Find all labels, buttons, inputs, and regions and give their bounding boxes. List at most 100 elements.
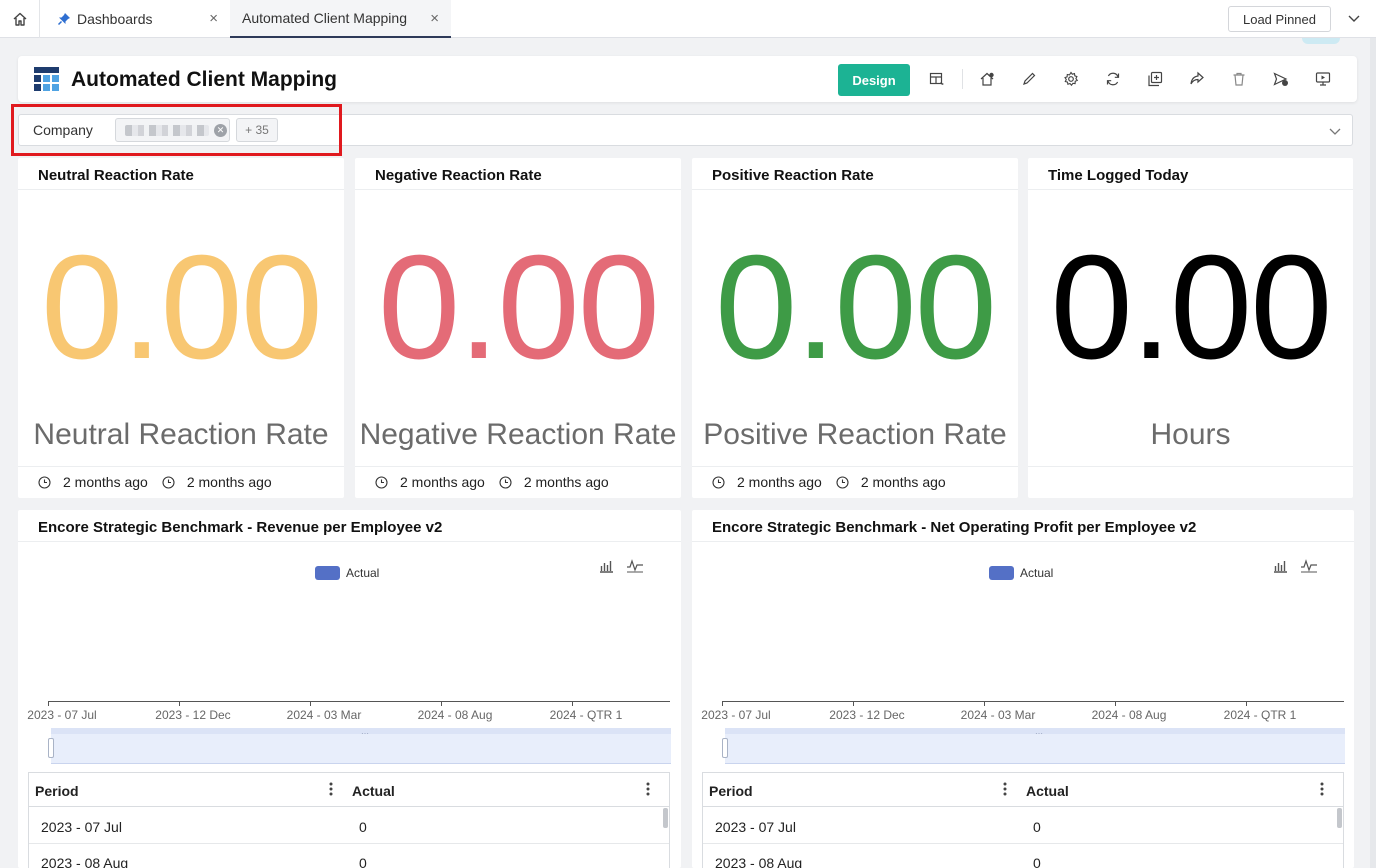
table-row[interactable]: 2023 - 08 Aug 0	[29, 844, 669, 868]
kpi-value: 0.00	[1050, 225, 1332, 390]
page-scrollbar[interactable]	[1370, 38, 1376, 868]
home-settings-icon[interactable]	[978, 70, 996, 88]
bar-chart-icon[interactable]	[1272, 558, 1290, 576]
kpi-subtitle: Negative Reaction Rate	[359, 418, 677, 451]
tab-bar: Dashboards × Automated Client Mapping × …	[0, 0, 1376, 38]
clock-icon	[499, 475, 512, 489]
refresh-icon[interactable]	[1104, 70, 1122, 88]
cell-actual: 0	[359, 819, 367, 835]
clock-icon	[38, 475, 51, 489]
divider	[355, 466, 681, 467]
kpi-footer: 2 months ago 2 months ago	[38, 474, 272, 490]
column-header-actual[interactable]: Actual	[1026, 783, 1069, 799]
kpi-footer: 2 months ago 2 months ago	[712, 474, 946, 490]
legend-label: Actual	[346, 566, 380, 580]
cell-period: 2023 - 08 Aug	[41, 855, 129, 868]
line-chart-icon[interactable]	[626, 558, 644, 576]
zoom-grip-icon[interactable]: ⋯	[361, 729, 370, 738]
copy-icon[interactable]	[1146, 70, 1164, 88]
zoom-slider[interactable]: ⋯	[722, 728, 1345, 764]
send-schedule-icon[interactable]	[1272, 70, 1290, 88]
cell-actual: 0	[1033, 819, 1041, 835]
chart-panel-net-operating-profit: Encore Strategic Benchmark - Net Operati…	[692, 510, 1354, 868]
x-axis-tick	[853, 701, 854, 706]
cell-actual: 0	[1033, 855, 1041, 868]
divider	[1028, 189, 1353, 190]
collapse-handle[interactable]	[1302, 38, 1340, 44]
kpi-subtitle: Positive Reaction Rate	[703, 418, 1007, 451]
x-axis-tick-label: 2023 - 12 Dec	[155, 708, 231, 722]
table-row[interactable]: 2023 - 08 Aug 0	[703, 844, 1343, 868]
kpi-subtitle: Hours	[1150, 418, 1231, 451]
tab-dashboards[interactable]: Dashboards ×	[41, 0, 230, 38]
x-axis-tick-label: 2024 - 03 Mar	[286, 708, 362, 722]
chart-legend[interactable]: Actual	[315, 566, 379, 580]
x-axis-tick	[572, 701, 573, 706]
tab-automated-client-mapping[interactable]: Automated Client Mapping ×	[230, 0, 451, 38]
trash-icon[interactable]	[1230, 70, 1248, 88]
clock-icon	[375, 475, 388, 489]
column-menu-icon[interactable]	[646, 782, 650, 799]
close-icon[interactable]: ×	[430, 11, 439, 27]
x-axis-tick-label: 2024 - 08 Aug	[417, 708, 493, 722]
clock-icon	[836, 475, 849, 489]
chart-legend[interactable]: Actual	[989, 566, 1053, 580]
column-menu-icon[interactable]	[1003, 782, 1007, 799]
updated-time: 2 months ago	[63, 474, 148, 490]
kpi-value: 0.00	[377, 225, 660, 390]
x-axis	[722, 701, 1344, 702]
column-header-period[interactable]: Period	[35, 783, 79, 799]
zoom-handle[interactable]	[722, 738, 728, 758]
zoom-slider[interactable]: ⋯	[48, 728, 671, 764]
x-axis-tick-label: 2023 - 07 Jul	[27, 708, 97, 722]
chevron-down-icon[interactable]	[1346, 10, 1362, 31]
table-scrollbar[interactable]	[663, 808, 668, 828]
close-icon[interactable]: ×	[209, 11, 218, 27]
divider	[692, 466, 1018, 467]
column-header-period[interactable]: Period	[709, 783, 753, 799]
updated-time: 2 months ago	[737, 474, 822, 490]
table-header: Period Actual	[29, 773, 669, 807]
zoom-grip-icon[interactable]: ⋯	[1035, 729, 1044, 738]
design-button[interactable]: Design	[838, 64, 910, 96]
bar-chart-icon[interactable]	[598, 558, 616, 576]
table-scrollbar[interactable]	[1337, 808, 1342, 828]
home-button[interactable]	[0, 0, 40, 38]
share-icon[interactable]	[1188, 70, 1206, 88]
add-widget-icon[interactable]	[928, 70, 946, 88]
kpi-card-positive: Positive Reaction Rate 0.00 Positive Rea…	[692, 158, 1018, 498]
load-pinned-button[interactable]: Load Pinned	[1228, 6, 1331, 32]
pencil-icon[interactable]	[1020, 70, 1038, 88]
highlight-annotation	[11, 104, 342, 156]
toolbar-divider	[962, 69, 963, 89]
x-axis-tick-label: 2024 - 03 Mar	[960, 708, 1036, 722]
data-table: Period Actual 2023 - 07 Jul 0 2023 - 08 …	[702, 772, 1344, 868]
x-axis-tick	[1246, 701, 1247, 706]
column-header-actual[interactable]: Actual	[352, 783, 395, 799]
column-menu-icon[interactable]	[1320, 782, 1324, 799]
cell-actual: 0	[359, 855, 367, 868]
gear-icon[interactable]	[1062, 70, 1080, 88]
cell-period: 2023 - 07 Jul	[41, 819, 122, 835]
kpi-title: Time Logged Today	[1048, 167, 1189, 184]
column-menu-icon[interactable]	[329, 782, 333, 799]
kpi-subtitle: Neutral Reaction Rate	[33, 418, 329, 451]
divider	[1028, 466, 1353, 467]
divider	[18, 466, 344, 467]
table-row[interactable]: 2023 - 07 Jul 0	[29, 808, 669, 844]
zoom-handle[interactable]	[48, 738, 54, 758]
panel-title: Encore Strategic Benchmark - Net Operati…	[712, 519, 1197, 536]
line-chart-icon[interactable]	[1300, 558, 1318, 576]
kpi-card-neutral: Neutral Reaction Rate 0.00 Neutral React…	[18, 158, 344, 498]
cell-period: 2023 - 08 Aug	[715, 855, 803, 868]
table-row[interactable]: 2023 - 07 Jul 0	[703, 808, 1343, 844]
chevron-down-icon[interactable]	[1327, 123, 1343, 144]
presentation-icon[interactable]	[1314, 70, 1332, 88]
kpi-title: Negative Reaction Rate	[375, 167, 542, 184]
kpi-card-negative: Negative Reaction Rate 0.00 Negative Rea…	[355, 158, 681, 498]
legend-swatch	[315, 566, 340, 580]
dashboard-table-icon	[34, 67, 59, 96]
home-icon	[13, 12, 26, 26]
data-table: Period Actual 2023 - 07 Jul 0 2023 - 08 …	[28, 772, 670, 868]
divider	[18, 189, 344, 190]
